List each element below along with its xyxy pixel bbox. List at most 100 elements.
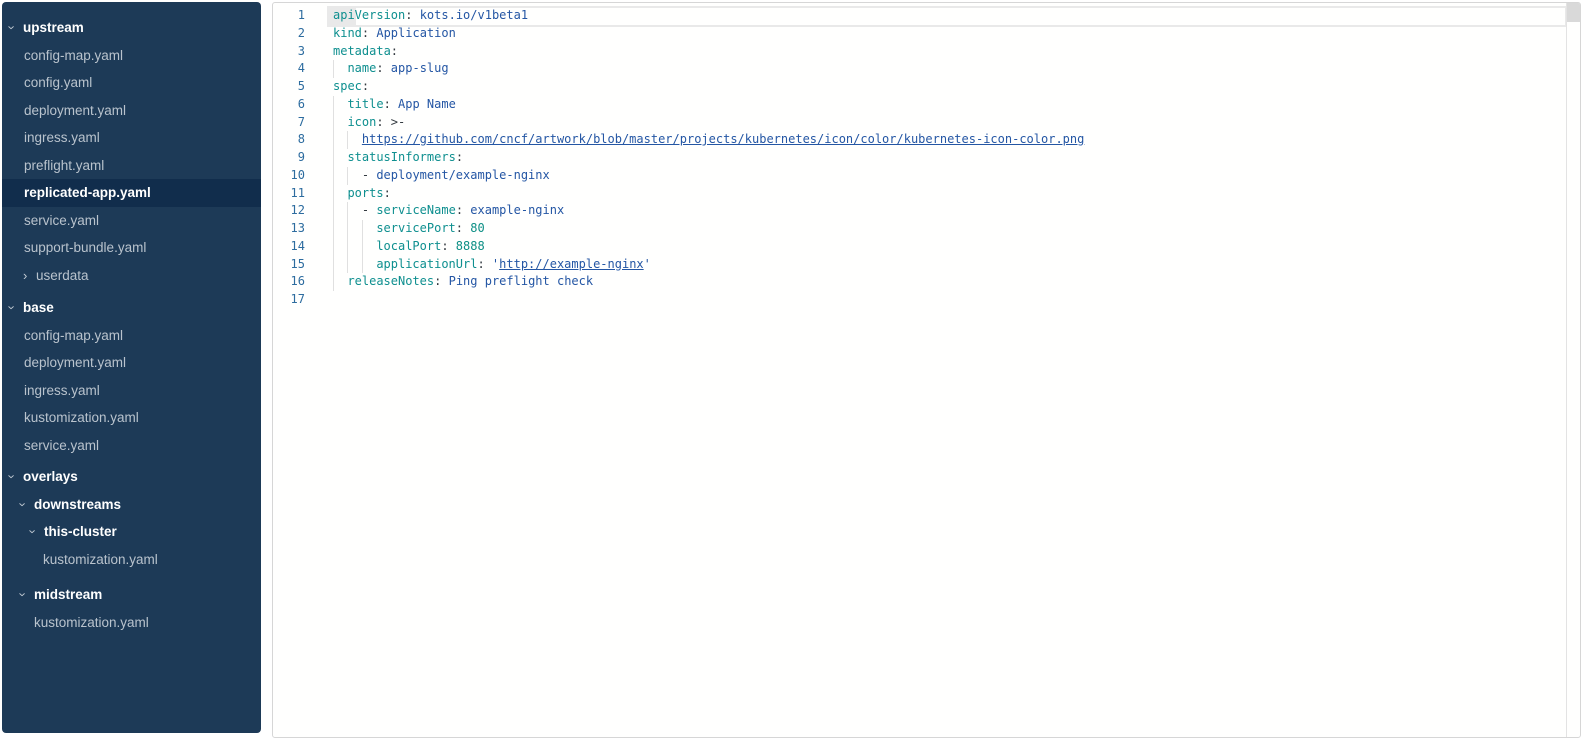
code-line[interactable]: 3 metadata: bbox=[273, 43, 1580, 61]
chevron-down-icon: › bbox=[10, 301, 23, 314]
line-number: 11 bbox=[273, 185, 305, 203]
code-text: kind: Application bbox=[333, 25, 456, 43]
code-token: ports bbox=[347, 186, 383, 200]
tree-file-service.yaml[interactable]: service.yaml bbox=[2, 207, 261, 235]
scrollbar-thumb[interactable] bbox=[1567, 3, 1580, 22]
tree-item-label: support-bundle.yaml bbox=[24, 240, 146, 255]
tree-file-ingress.yaml[interactable]: ingress.yaml bbox=[2, 124, 261, 152]
tree-file-replicated-app.yaml[interactable]: replicated-app.yaml bbox=[2, 179, 261, 207]
code-line[interactable]: 9statusInformers: bbox=[273, 149, 1580, 167]
line-number: 14 bbox=[273, 238, 305, 256]
tree-item-label: service.yaml bbox=[24, 438, 99, 453]
code-line[interactable]: 15applicationUrl: 'http://example-nginx' bbox=[273, 256, 1580, 274]
tree-folder-userdata[interactable]: ›userdata bbox=[2, 262, 261, 290]
tree-item-label: kustomization.yaml bbox=[43, 552, 158, 567]
indent-guide bbox=[347, 256, 361, 274]
indent-guide bbox=[333, 114, 347, 132]
line-number: 5 bbox=[273, 78, 305, 96]
code-token: deployment/example-nginx bbox=[376, 168, 549, 182]
tree-file-service.yaml[interactable]: service.yaml bbox=[2, 432, 261, 460]
chevron-down-icon: › bbox=[10, 21, 23, 34]
code-link[interactable]: http://example-nginx bbox=[499, 257, 644, 271]
code-token: : bbox=[376, 61, 390, 75]
code-text: https://github.com/cncf/artwork/blob/mas… bbox=[333, 131, 1084, 149]
code-line[interactable]: 8https://github.com/cncf/artwork/blob/ma… bbox=[273, 131, 1580, 149]
tree-folder-overlays[interactable]: ›overlays bbox=[2, 463, 261, 491]
code-text: applicationUrl: 'http://example-nginx' bbox=[333, 256, 651, 274]
indent-guide bbox=[347, 202, 361, 220]
tree-file-deployment.yaml[interactable]: deployment.yaml bbox=[2, 97, 261, 125]
code-editor[interactable]: 1apiVersion: kots.io/v1beta12kind: Appli… bbox=[272, 2, 1581, 738]
code-line[interactable]: 2kind: Application bbox=[273, 25, 1580, 43]
code-line[interactable]: 7icon: >- bbox=[273, 114, 1580, 132]
code-token: localPort bbox=[376, 239, 441, 253]
tree-folder-downstreams[interactable]: ›downstreams bbox=[2, 491, 261, 519]
tree-item-label: upstream bbox=[23, 20, 84, 35]
code-text: metadata: bbox=[333, 43, 398, 61]
code-line[interactable]: 12- serviceName: example-nginx bbox=[273, 202, 1580, 220]
code-line[interactable]: 11ports: bbox=[273, 185, 1580, 203]
tree-item-label: downstreams bbox=[34, 497, 121, 512]
chevron-down-icon: › bbox=[31, 525, 44, 538]
code-token: : bbox=[362, 79, 369, 93]
indent-guide bbox=[333, 131, 347, 149]
tree-folder-upstream[interactable]: ›upstream bbox=[2, 14, 261, 42]
code-line[interactable]: 6title: App Name bbox=[273, 96, 1580, 114]
code-text: localPort: 8888 bbox=[333, 238, 485, 256]
line-number: 7 bbox=[273, 114, 305, 132]
code-line[interactable]: 4 name: app-slug bbox=[273, 60, 1580, 78]
line-number: 16 bbox=[273, 273, 305, 291]
tree-file-preflight.yaml[interactable]: preflight.yaml bbox=[2, 152, 261, 180]
tree-file-config.yaml[interactable]: config.yaml bbox=[2, 69, 261, 97]
code-token: ' bbox=[644, 257, 651, 271]
code-token: statusInformers bbox=[347, 150, 455, 164]
tree-file-kustomization.yaml[interactable]: kustomization.yaml bbox=[2, 404, 261, 432]
line-number: 12 bbox=[273, 202, 305, 220]
tree-file-kustomization.yaml[interactable]: kustomization.yaml bbox=[2, 609, 261, 637]
indent-guide bbox=[333, 220, 347, 238]
tree-item-label: service.yaml bbox=[24, 213, 99, 228]
code-text: releaseNotes: Ping preflight check bbox=[333, 273, 593, 291]
line-number: 4 bbox=[273, 60, 305, 78]
tree-file-config-map.yaml[interactable]: config-map.yaml bbox=[2, 42, 261, 70]
indent-guide bbox=[347, 238, 361, 256]
tree-item-label: preflight.yaml bbox=[24, 158, 104, 173]
code-token: serviceName bbox=[376, 203, 455, 217]
line-number: 1 bbox=[273, 7, 305, 25]
code-token: spec bbox=[333, 79, 362, 93]
tree-file-kustomization.yaml[interactable]: kustomization.yaml bbox=[2, 546, 261, 574]
tree-file-deployment.yaml[interactable]: deployment.yaml bbox=[2, 349, 261, 377]
code-token: : bbox=[441, 239, 455, 253]
code-token: - bbox=[362, 203, 376, 217]
tree-item-label: userdata bbox=[36, 268, 89, 283]
code-line[interactable]: 1apiVersion: kots.io/v1beta1 bbox=[273, 7, 1580, 25]
code-token: : bbox=[456, 221, 470, 235]
indent-guide bbox=[362, 256, 376, 274]
indent-guide bbox=[362, 220, 376, 238]
tree-file-config-map.yaml[interactable]: config-map.yaml bbox=[2, 322, 261, 350]
code-text: spec: bbox=[333, 78, 369, 96]
code-text: name: app-slug bbox=[333, 60, 449, 78]
line-number: 6 bbox=[273, 96, 305, 114]
code-link[interactable]: https://github.com/cncf/artwork/blob/mas… bbox=[362, 132, 1084, 146]
tree-file-support-bundle.yaml[interactable]: support-bundle.yaml bbox=[2, 234, 261, 262]
tree-item-label: config.yaml bbox=[24, 75, 92, 90]
tree-file-ingress.yaml[interactable]: ingress.yaml bbox=[2, 377, 261, 405]
line-number: 3 bbox=[273, 43, 305, 61]
code-token: : bbox=[434, 274, 448, 288]
tree-item-label: deployment.yaml bbox=[24, 355, 126, 370]
code-line[interactable]: 14 localPort: 8888 bbox=[273, 238, 1580, 256]
code-line[interactable]: 13servicePort: 80 bbox=[273, 220, 1580, 238]
code-token: kots.io/v1beta1 bbox=[420, 8, 528, 22]
code-line[interactable]: 16 releaseNotes: Ping preflight check bbox=[273, 273, 1580, 291]
line-number: 9 bbox=[273, 149, 305, 167]
code-line[interactable]: 17 bbox=[273, 291, 1580, 309]
tree-folder-midstream[interactable]: ›midstream bbox=[2, 581, 261, 609]
tree-item-label: ingress.yaml bbox=[24, 130, 100, 145]
indent-guide bbox=[333, 185, 347, 203]
code-token: : bbox=[362, 26, 376, 40]
tree-folder-this-cluster[interactable]: ›this-cluster bbox=[2, 518, 261, 546]
code-line[interactable]: 5 spec: bbox=[273, 78, 1580, 96]
tree-folder-base[interactable]: ›base bbox=[2, 294, 261, 322]
code-line[interactable]: 10- deployment/example-nginx bbox=[273, 167, 1580, 185]
